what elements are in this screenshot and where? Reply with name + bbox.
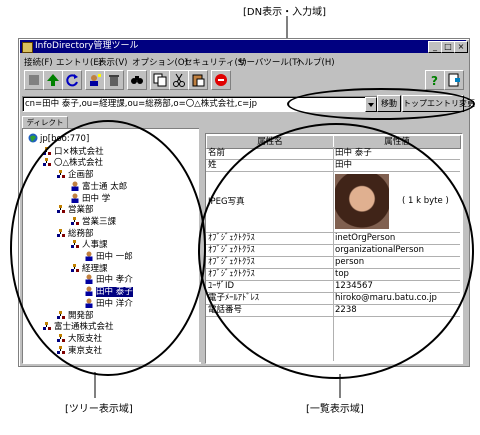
stop-icon[interactable] xyxy=(211,70,231,90)
close-button[interactable]: × xyxy=(454,41,468,53)
cut-icon[interactable] xyxy=(169,70,189,90)
delete-icon[interactable] xyxy=(104,70,124,90)
menu-server-tools[interactable]: サーバツール(T) xyxy=(238,56,301,68)
up-arrow-icon[interactable] xyxy=(43,70,63,90)
menu-help[interactable]: ヘルプ(H) xyxy=(296,56,335,68)
attribute-name: 名前 xyxy=(208,148,226,158)
attribute-name: 姓 xyxy=(208,160,217,170)
copy-icon[interactable] xyxy=(150,70,170,90)
globe-icon xyxy=(28,133,38,143)
dn-area-highlight xyxy=(287,88,475,120)
menu-view[interactable]: 表示(V) xyxy=(98,56,127,68)
list-area-highlight xyxy=(198,123,474,379)
app-icon xyxy=(22,42,33,53)
add-entry-icon[interactable] xyxy=(85,70,105,90)
list-area-annotation: [一覧表示域] xyxy=(306,404,364,415)
tree-area-highlight xyxy=(10,120,206,376)
menu-entry[interactable]: エントリ(E) xyxy=(56,56,102,68)
exit-icon[interactable] xyxy=(444,70,464,90)
svg-text:?: ? xyxy=(431,74,438,87)
help-icon[interactable]: ? xyxy=(425,70,445,90)
minimize-button[interactable]: _ xyxy=(428,41,442,53)
paste-icon[interactable] xyxy=(188,70,208,90)
menu-connect[interactable]: 接続(F) xyxy=(24,56,53,68)
tree-area-annotation: [ツリー表示域] xyxy=(65,404,133,415)
refresh-icon[interactable] xyxy=(62,70,82,90)
menu-bar: 接続(F) エントリ(E) 表示(V) オプション(O) セキュリティ(S) サ… xyxy=(20,54,466,68)
connect-icon[interactable] xyxy=(24,70,44,90)
title-bar: InfoDirectory管理ツール _ □ × xyxy=(20,40,468,53)
menu-options[interactable]: オプション(O) xyxy=(132,56,188,68)
maximize-button[interactable]: □ xyxy=(441,41,455,53)
window-title: InfoDirectory管理ツール xyxy=(35,41,139,51)
search-icon[interactable] xyxy=(127,70,147,90)
